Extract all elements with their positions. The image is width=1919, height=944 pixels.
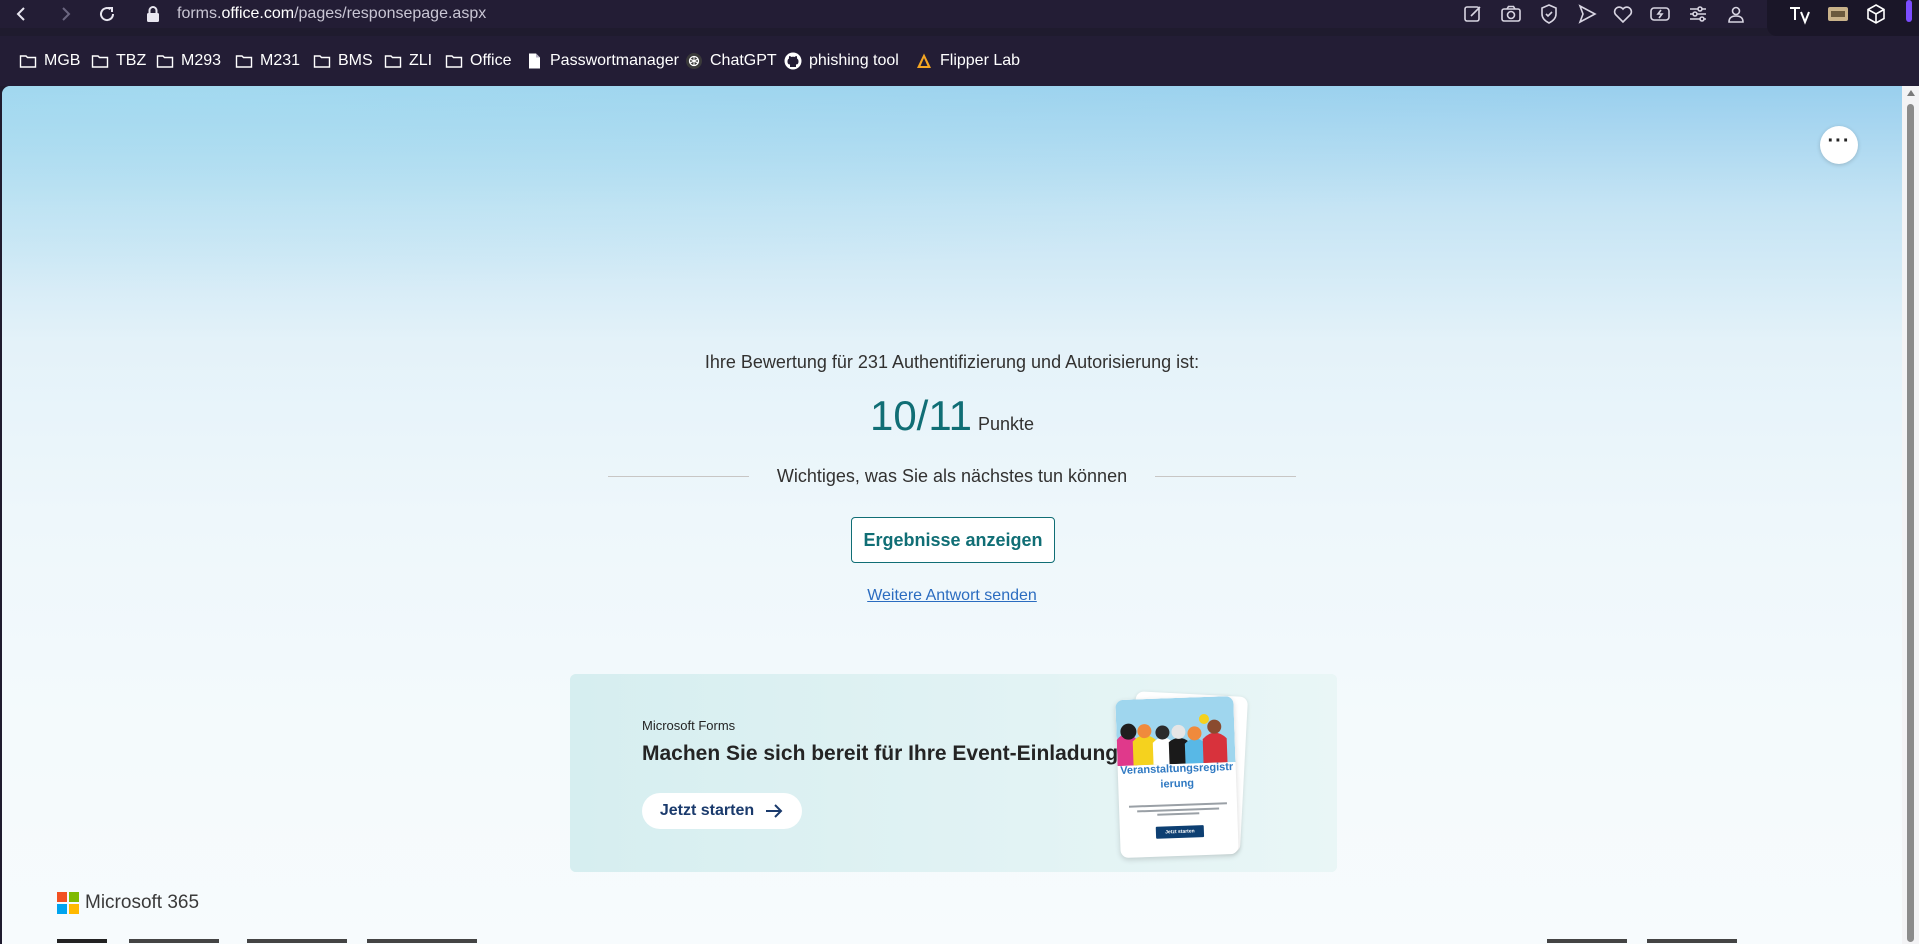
scroll-up-arrow-icon[interactable] [1907,90,1915,96]
get-started-label: Jetzt starten [659,802,755,819]
profile-icon[interactable] [1724,2,1748,26]
bookmark-chatgpt[interactable]: ChatGPT [685,49,777,73]
promo-title: Machen Sie sich bereit für Ihre Event-Ei… [642,742,1126,765]
translate-extension-icon[interactable] [1787,2,1813,26]
bookmark-m293[interactable]: M293 [156,49,221,73]
bookmark-label: Passwortmanager [550,52,679,69]
url-prefix: forms. [177,5,222,22]
forward-button[interactable] [54,2,78,26]
ticket-extension-icon[interactable] [1825,2,1851,26]
bookmark-m231[interactable]: M231 [235,49,300,73]
settings-sliders-icon[interactable] [1686,2,1710,26]
bookmark-label: M231 [260,52,301,69]
bookmark-phishing-tool[interactable]: phishing tool [784,49,899,73]
scroll-thumb[interactable] [1907,104,1914,942]
browser-toolbar: forms.office.com/pages/responsepage.aspx [0,0,1919,36]
url-path: /pages/responsepage.aspx [294,5,487,22]
flipper-icon [917,53,931,68]
bookmark-tbz[interactable]: TBZ [91,49,146,73]
divider-line-left [608,475,749,477]
folder-icon [445,55,463,68]
bookmark-label: MGB [44,52,81,69]
reload-button[interactable] [95,2,119,26]
bookmark-label: Office [470,52,512,69]
next-steps-divider: Wichtiges, was Sie als nächstes tun könn… [608,464,1296,488]
card-title: Veranstaltungsregistr ierung [1119,761,1234,791]
battery-icon[interactable] [1648,2,1672,26]
score-caption: Ihre Bewertung für 231 Authentifizierung… [704,352,1200,372]
view-results-button[interactable]: Ergebnisse anzeigen [851,517,1055,563]
chatgpt-icon [686,53,702,69]
sidebar-indicator [1906,0,1912,22]
reload-icon [100,7,115,22]
bookmark-label: Flipper Lab [940,52,1021,69]
folder-icon [384,55,402,68]
promo-card: Microsoft Forms Machen Sie sich bereit f… [570,674,1337,872]
back-button[interactable] [9,2,33,26]
footer-brand: Microsoft 365 [85,892,200,913]
crowd-illustration-icon [1115,695,1236,767]
get-started-button[interactable]: Jetzt starten [642,793,802,829]
footer-links-clipped [57,939,1737,943]
card-description-lines [1128,802,1227,816]
bookmark-flipper-lab[interactable]: Flipper Lab [915,49,1020,73]
forms-response-page: ··· Ihre Bewertung für 231 Authentifizie… [2,86,1902,944]
folder-icon [19,55,37,68]
url-domain: office.com [221,5,295,22]
score-unit: Punkte [977,414,1035,434]
folder-icon [91,55,109,68]
folder-icon [156,55,174,68]
bookmark-label: M293 [181,52,222,69]
shield-icon[interactable] [1537,2,1561,26]
microsoft-365-logo: Microsoft 365 [57,892,199,914]
bookmark-label: TBZ [116,52,147,69]
more-options-button[interactable]: ··· [1820,126,1858,164]
bookmark-mgb[interactable]: MGB [19,49,80,73]
microsoft-logo-icon [57,892,79,914]
bookmark-label: ZLI [409,52,433,69]
cube-extension-icon[interactable] [1863,2,1889,26]
score-value: 10/11 [869,392,972,439]
submit-another-response-link[interactable]: Weitere Antwort senden [802,587,1102,605]
github-icon [784,52,802,70]
bookmarks-bar: MGB TBZ M293 M231 BMS ZLI Office Passwor… [0,36,1919,86]
extensions-area [1767,0,1919,36]
bookmark-zli[interactable]: ZLI [384,49,432,73]
score-display: 10/11 Punkte [452,392,1452,440]
document-icon [529,53,540,69]
bookmark-label: ChatGPT [710,52,777,69]
bookmark-office[interactable]: Office [445,49,512,73]
bookmark-bms[interactable]: BMS [313,49,373,73]
card-start-button: Jetzt starten [1155,825,1205,839]
lock-icon[interactable] [143,4,163,24]
event-registration-illustration: Veranstaltungsregistr ierung Jetzt start… [1115,691,1249,862]
background-sheen [2,86,1902,326]
bookmark-passwortmanager[interactable]: Passwortmanager [525,49,679,73]
chevron-left-icon [16,7,25,21]
page-scrollbar[interactable] [1902,86,1919,944]
bookmark-label: phishing tool [809,52,899,69]
card-front: Veranstaltungsregistr ierung Jetzt start… [1115,695,1239,859]
folder-icon [235,55,253,68]
arrow-right-icon [766,804,783,818]
next-steps-heading: Wichtiges, was Sie als nächstes tun könn… [776,465,1128,486]
heart-icon[interactable] [1611,2,1635,26]
edit-icon[interactable] [1461,2,1485,26]
divider-line-right [1155,475,1296,477]
address-bar[interactable]: forms.office.com/pages/responsepage.aspx [177,4,486,24]
chevron-right-icon [62,7,71,21]
bookmark-label: BMS [338,52,373,69]
promo-brand: Microsoft Forms [642,718,736,733]
folder-icon [313,55,331,68]
camera-icon[interactable] [1499,2,1523,26]
send-icon[interactable] [1575,2,1599,26]
